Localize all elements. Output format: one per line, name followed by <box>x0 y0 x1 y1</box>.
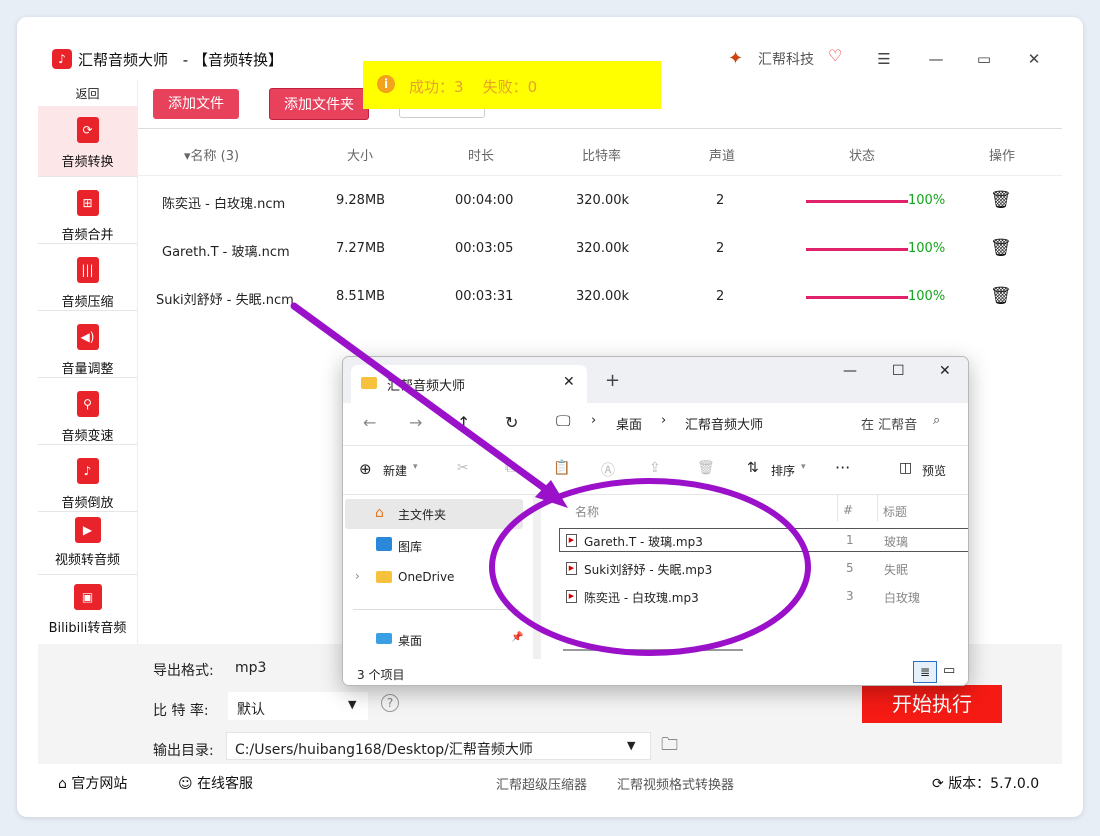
annotation-arrow-line <box>290 302 559 500</box>
annotation-ellipse <box>489 478 811 656</box>
annotation-overlay <box>290 302 811 656</box>
